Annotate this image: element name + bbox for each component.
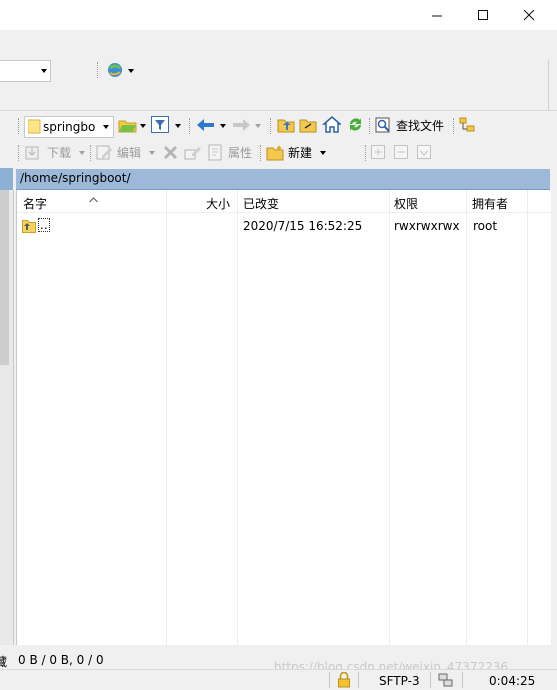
toolbar-grip	[189, 118, 192, 134]
sort-ascending-icon	[89, 192, 98, 206]
parent-folder-icon	[22, 220, 36, 233]
file-permissions: rwxrwxrwx	[394, 219, 460, 233]
new-button[interactable]: 新建	[266, 144, 327, 161]
download-label: 下载	[47, 146, 72, 160]
download-icon	[25, 146, 39, 160]
remove-icon[interactable]	[394, 145, 409, 163]
chevron-down-icon[interactable]	[128, 69, 134, 73]
column-divider	[527, 190, 528, 645]
maximize-button[interactable]	[460, 0, 506, 30]
protocol-label: SFTP-3	[379, 674, 420, 688]
toolbar-grip	[18, 145, 21, 161]
rename-icon[interactable]	[184, 144, 202, 164]
toolbar-grip	[453, 118, 456, 134]
network-icon	[438, 673, 453, 687]
chevron-down-icon	[41, 69, 47, 73]
toolbar-grip	[365, 145, 368, 161]
file-modified: 2020/7/15 16:52:25	[243, 219, 363, 233]
status-divider	[358, 672, 359, 688]
new-label: 新建	[288, 146, 313, 160]
edit-button[interactable]: 编辑	[96, 144, 156, 161]
properties-label: 属性	[228, 146, 253, 160]
chevron-down-icon[interactable]	[220, 124, 226, 128]
column-divider	[166, 190, 167, 645]
column-header-permissions[interactable]: 权限	[394, 195, 418, 217]
maximize-icon	[477, 9, 488, 20]
status-left-glyph: 藏	[0, 655, 8, 669]
root-directory-icon[interactable]	[299, 116, 317, 137]
table-row[interactable]: .. 2020/7/15 16:52:25 rwxrwxrwx root	[17, 216, 551, 236]
edit-label: 编辑	[117, 146, 142, 160]
refresh-icon[interactable]	[346, 115, 365, 137]
session-time: 0:04:25	[489, 674, 536, 688]
parent-directory-icon[interactable]	[277, 116, 295, 137]
chevron-down-icon[interactable]	[255, 124, 261, 128]
toolbar-grip	[97, 62, 100, 78]
properties-icon	[208, 144, 222, 161]
column-divider	[389, 190, 390, 645]
column-header-name[interactable]: 名字	[23, 195, 47, 217]
globe-sync-icon[interactable]	[106, 61, 124, 82]
find-files-icon	[375, 117, 390, 133]
minimize-button[interactable]	[414, 0, 460, 30]
open-folder-icon[interactable]	[118, 116, 138, 137]
lock-icon	[338, 672, 350, 688]
forward-arrow-icon[interactable]	[231, 117, 251, 136]
status-divider	[329, 672, 330, 688]
properties-button[interactable]: 属性	[207, 144, 252, 161]
toolbar-grip	[270, 118, 273, 134]
chevron-down-icon[interactable]	[175, 124, 181, 128]
chevron-down-icon	[320, 150, 327, 155]
path-text: /home/springboot/	[20, 171, 131, 185]
download-button[interactable]: 下载	[24, 144, 86, 161]
toolbar-grip	[260, 145, 263, 161]
header-divider	[17, 212, 551, 213]
file-owner: root	[473, 219, 498, 233]
chevron-down-icon	[149, 150, 156, 155]
add-icon[interactable]	[371, 145, 386, 163]
status-divider	[462, 672, 463, 688]
close-icon	[523, 9, 534, 20]
remote-path-bar[interactable]: /home/springboot/	[16, 169, 550, 190]
column-header-owner[interactable]: 拥有者	[472, 195, 508, 217]
column-header-modified[interactable]: 已改变	[243, 195, 279, 217]
filter-icon[interactable]	[151, 116, 170, 137]
session-status-bar: SFTP-3 0:04:25	[0, 669, 557, 690]
toolbar-grip	[369, 118, 372, 134]
minimize-icon	[431, 15, 442, 16]
edit-icon	[96, 145, 112, 160]
folder-icon	[28, 119, 41, 134]
file-name: ..	[38, 218, 50, 232]
status-divider	[430, 672, 431, 688]
tree-view-icon[interactable]	[459, 117, 476, 137]
chevron-down-icon	[79, 150, 86, 155]
toolbar-grip	[18, 118, 21, 134]
toolbar-grip	[90, 145, 93, 161]
drive-select[interactable]: springbo	[24, 116, 114, 138]
chevron-down-icon[interactable]	[140, 124, 146, 128]
delete-icon[interactable]	[163, 145, 178, 163]
remote-file-list[interactable]: 名字 大小 已改变 权限 拥有者 .. 2020/7/15 16:52:25 r…	[16, 190, 551, 645]
chevron-down-icon	[103, 125, 109, 129]
close-button[interactable]	[506, 0, 552, 30]
panel-divider	[548, 60, 557, 110]
check-icon[interactable]	[417, 145, 432, 163]
main-toolbar	[0, 30, 557, 111]
find-files-label: 查找文件	[396, 119, 445, 133]
local-panel-scrollbar[interactable]	[0, 190, 9, 365]
find-files-button[interactable]: 查找文件	[375, 117, 444, 134]
column-header-size[interactable]: 大小	[206, 195, 230, 217]
new-folder-icon	[266, 145, 284, 161]
session-combo[interactable]	[0, 60, 51, 82]
back-arrow-icon[interactable]	[196, 117, 216, 136]
home-icon[interactable]	[322, 115, 342, 137]
local-path-bar-edge	[0, 168, 13, 190]
column-divider	[237, 190, 238, 645]
selection-info: 0 B / 0 B, 0 / 0	[18, 653, 104, 667]
drive-label: springbo	[43, 120, 96, 134]
column-divider	[466, 190, 467, 645]
